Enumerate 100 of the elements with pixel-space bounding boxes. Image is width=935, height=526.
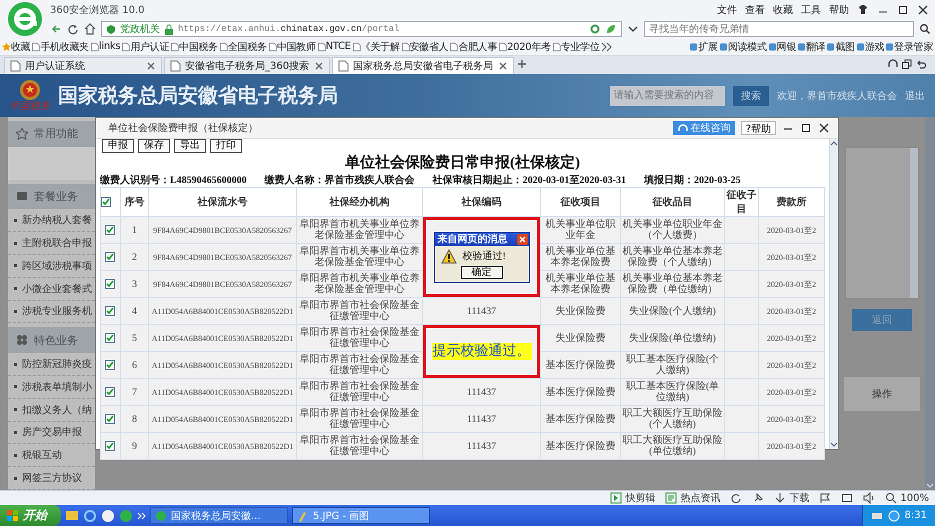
toolbar-item[interactable]: 阅读模式 <box>718 40 767 54</box>
bookmark[interactable]: 《关于解 <box>352 40 400 54</box>
network-icon[interactable] <box>888 510 900 522</box>
checkbox[interactable] <box>105 252 115 262</box>
search-icon[interactable] <box>919 23 931 35</box>
toolbar-button[interactable]: 申报 <box>102 139 134 153</box>
bookmark[interactable]: 合肥人事 <box>449 40 498 54</box>
section-icon <box>16 128 28 140</box>
search-field[interactable]: 寻找当年的传奇兄弟情 <box>644 21 914 37</box>
browser-tab[interactable]: 安徽省电子税务局_360搜索 <box>164 57 330 74</box>
refresh-icon[interactable] <box>730 492 742 504</box>
checkbox[interactable] <box>105 414 115 424</box>
bookmark[interactable]: 安徽省人 <box>400 40 448 54</box>
table-cell: 9F84A69C4D9801BCE0530A5820563267 <box>148 244 296 270</box>
toolbar-item[interactable]: 登录管家 <box>885 40 933 54</box>
column-header: 征收子目 <box>724 188 758 216</box>
bookmark[interactable]: 收藏 <box>2 40 30 54</box>
skin-icon[interactable] <box>857 4 869 16</box>
scrollbar[interactable] <box>925 117 935 490</box>
menu-item[interactable]: 收藏 <box>773 3 793 17</box>
pin-icon[interactable] <box>752 492 764 504</box>
column-header: 操作 <box>844 377 920 411</box>
checkbox[interactable] <box>105 333 115 343</box>
bookmark[interactable]: 中国税务 <box>170 40 218 54</box>
help-button[interactable]: ?帮助 <box>740 121 776 135</box>
search-field[interactable]: 请输入需要搜索的内容 <box>610 86 725 106</box>
close-icon[interactable] <box>818 122 830 134</box>
page-icon <box>337 60 350 72</box>
maximize-icon[interactable] <box>800 122 812 134</box>
menu-item[interactable]: 工具 <box>801 3 821 17</box>
table-cell: 失业保险费 <box>540 298 620 324</box>
bookmark[interactable]: 专业学位 <box>552 40 600 54</box>
scroll-up-icon[interactable] <box>830 139 838 147</box>
status-item[interactable]: 100% <box>885 492 929 504</box>
status-item[interactable]: 快剪辑 <box>610 491 656 505</box>
bookmark[interactable]: 手机收藏夹 <box>31 40 89 54</box>
video-icon <box>610 492 622 504</box>
menu-item[interactable]: 帮助 <box>829 3 849 17</box>
browser-tab[interactable]: 国家税务总局安徽省电子税务局 <box>332 57 514 74</box>
toolbar-item[interactable]: 扩展 <box>689 40 718 54</box>
bookmark[interactable]: 全国税务 <box>218 40 267 54</box>
checkbox[interactable] <box>101 197 111 207</box>
leaf-icon[interactable] <box>605 23 617 35</box>
window-icon[interactable] <box>841 492 854 504</box>
more-icon[interactable] <box>137 510 146 522</box>
checkbox[interactable] <box>105 225 115 235</box>
bookmark[interactable]: links <box>90 40 120 52</box>
toolbar-item[interactable]: 截图 <box>826 40 855 54</box>
checkbox[interactable] <box>105 360 115 370</box>
search-button[interactable]: 搜索 <box>733 86 769 106</box>
maximize-icon[interactable] <box>897 4 909 16</box>
status-item[interactable]: 下载 <box>774 491 810 505</box>
close-icon[interactable] <box>516 234 528 244</box>
flag-icon[interactable] <box>819 492 832 504</box>
scrollbar[interactable] <box>829 139 838 449</box>
more-icon[interactable] <box>600 40 612 52</box>
address-bar[interactable]: 党政机关 https://etax.anhui.chinatax.gov.cn/portal <box>101 21 622 37</box>
bookmark[interactable]: 中国教师 <box>268 40 316 54</box>
status-item[interactable]: 热点资讯 <box>665 491 720 505</box>
home-icon[interactable] <box>84 23 96 35</box>
back-icon[interactable] <box>50 23 62 35</box>
page-icon <box>268 40 277 52</box>
close-icon[interactable] <box>313 60 326 72</box>
page-icon <box>170 40 180 52</box>
toolbar-item[interactable]: 游戏 <box>856 40 884 54</box>
refresh-icon[interactable] <box>67 23 79 35</box>
scroll-down-icon[interactable] <box>830 441 838 449</box>
bookmark[interactable]: 用户认证 <box>121 40 170 54</box>
bookmark[interactable]: NTCE <box>316 40 351 52</box>
toolbar-item[interactable]: 网银 <box>768 40 796 54</box>
table-cell: 机关事业单位职业年金（个人缴费） <box>620 216 724 244</box>
menu-item[interactable]: 查看 <box>745 3 765 17</box>
table-cell: A11D054A6B84001CE0530A5B820522D1 <box>148 432 296 460</box>
lock-icon <box>164 24 174 34</box>
scroll-down-icon[interactable] <box>926 482 934 490</box>
checkbox[interactable] <box>105 279 115 289</box>
desktop-icon[interactable] <box>65 508 79 522</box>
speaker-icon[interactable] <box>863 492 876 504</box>
checkbox[interactable] <box>105 441 115 451</box>
ok-button[interactable]: 确定 <box>460 266 502 278</box>
taskbar-button[interactable]: 国家税务总局安徽... <box>150 507 288 524</box>
toolbar-button[interactable]: 导出 <box>174 139 206 153</box>
table-cell: 失业保险(单位缴纳) <box>620 324 724 352</box>
menu-item[interactable]: 文件 <box>717 3 737 17</box>
bookmark[interactable]: 2020年考 <box>498 40 551 54</box>
toolbar-button[interactable]: 保存 <box>138 139 170 153</box>
table-cell: 5 <box>120 324 148 352</box>
close-icon[interactable] <box>497 60 510 72</box>
table-cell: A11D054A6B84001CE0530A5B820522D1 <box>148 406 296 432</box>
checkbox[interactable] <box>105 306 115 316</box>
close-icon[interactable] <box>145 60 157 72</box>
checkbox[interactable] <box>105 387 115 397</box>
close-icon[interactable] <box>917 4 929 16</box>
page-icon <box>552 40 561 52</box>
browser-tab[interactable]: 用户认证系统 <box>4 57 162 74</box>
shield-icon <box>106 24 116 34</box>
toolbar-item[interactable]: 翻译 <box>796 40 826 54</box>
browser-icon[interactable] <box>83 508 97 522</box>
table-cell: 9 <box>120 432 148 460</box>
toolbar-button[interactable]: 打印 <box>210 139 242 153</box>
